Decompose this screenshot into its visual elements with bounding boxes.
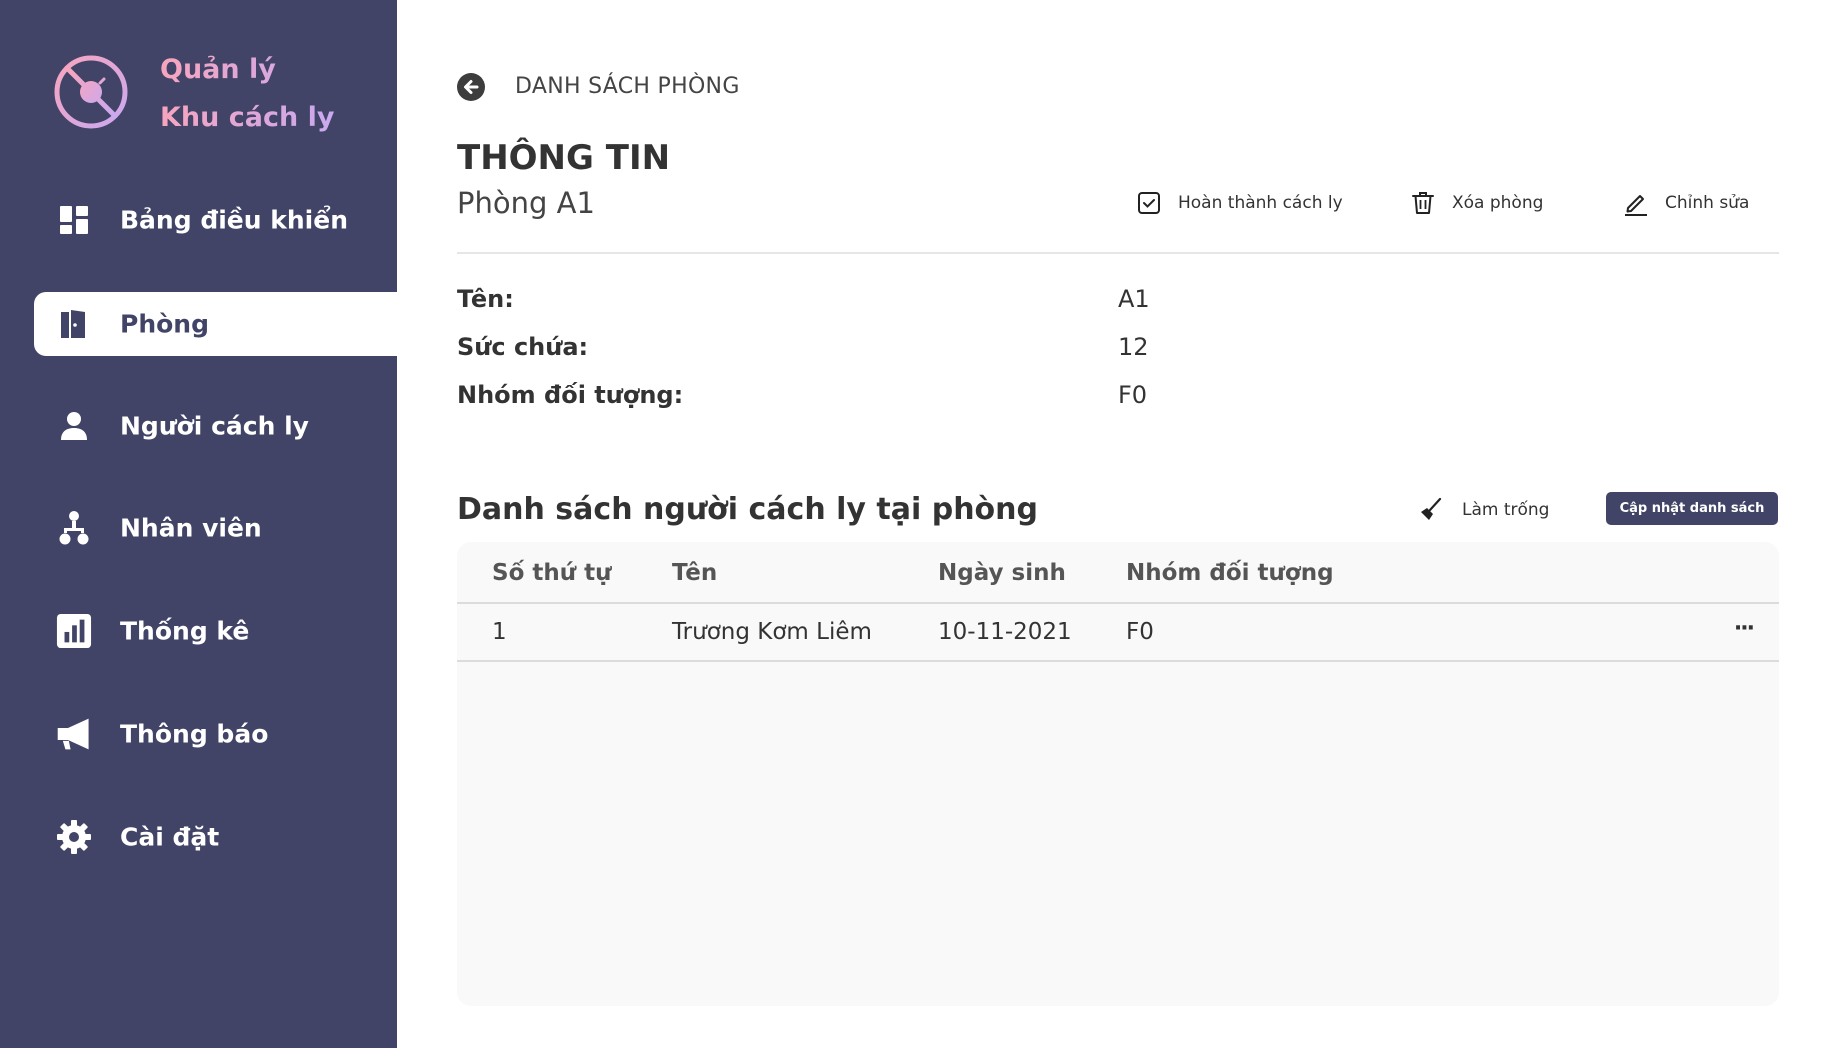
sidebar-item-label: Nhân viên xyxy=(120,513,262,543)
megaphone-icon xyxy=(56,716,92,752)
update-list-button[interactable]: Cập nhật danh sách xyxy=(1606,492,1778,525)
page-title: THÔNG TIN xyxy=(457,138,671,178)
dashboard-icon xyxy=(56,202,92,238)
sidebar-item-settings[interactable]: Cài đặt xyxy=(34,805,397,869)
clear-room-label: Làm trống xyxy=(1462,500,1550,520)
breadcrumb[interactable]: DANH SÁCH PHÒNG xyxy=(515,74,740,99)
cell-dob: 10-11-2021 xyxy=(938,619,1072,645)
door-icon xyxy=(56,306,92,342)
sidebar-item-dashboard[interactable]: Bảng điều khiển xyxy=(34,188,397,252)
cell-group: F0 xyxy=(1126,619,1154,645)
edit-room-label: Chỉnh sửa xyxy=(1665,193,1750,213)
sidebar-item-rooms[interactable]: Phòng xyxy=(34,292,397,356)
list-title: Danh sách người cách ly tại phòng xyxy=(457,492,1039,527)
info-value-group: F0 xyxy=(1118,381,1148,409)
edit-room-button[interactable]: Chỉnh sửa xyxy=(1623,190,1749,216)
column-header-name: Tên xyxy=(672,560,718,586)
sidebar-item-statistics[interactable]: Thống kê xyxy=(34,599,397,663)
clear-room-button[interactable]: Làm trống xyxy=(1418,497,1549,523)
info-label-capacity: Sức chứa: xyxy=(457,333,589,361)
sidebar-item-label: Cài đặt xyxy=(120,822,220,852)
quarantined-table: Số thứ tự Tên Ngày sinh Nhóm đối tượng 1… xyxy=(457,542,1779,1006)
divider xyxy=(457,252,1779,254)
sidebar-item-staff[interactable]: Nhân viên xyxy=(34,496,397,560)
info-label-name: Tên: xyxy=(457,285,514,313)
sidebar-item-label: Thống kê xyxy=(120,616,250,646)
sidebar-item-label: Phòng xyxy=(120,309,209,339)
brand-line-2: Khu cách ly xyxy=(160,102,335,133)
virus-blocked-icon xyxy=(54,55,128,129)
back-arrow-icon[interactable] xyxy=(456,72,486,102)
sidebar-item-quarantined[interactable]: Người cách ly xyxy=(34,394,397,458)
checkbox-icon xyxy=(1138,192,1160,214)
complete-quarantine-button[interactable]: Hoàn thành cách ly xyxy=(1136,190,1343,216)
sidebar-item-notifications[interactable]: Thông báo xyxy=(34,702,397,766)
brand-name: Quản lý Khu cách ly xyxy=(160,46,334,142)
cell-index: 1 xyxy=(492,619,507,645)
person-icon xyxy=(56,408,92,444)
bar-chart-icon xyxy=(56,613,92,649)
room-subtitle: Phòng A1 xyxy=(457,186,595,220)
delete-room-button[interactable]: Xóa phòng xyxy=(1410,190,1543,216)
sidebar: Quản lý Khu cách ly Bảng điều khiển Phòn… xyxy=(0,0,397,1048)
sidebar-item-label: Người cách ly xyxy=(120,411,309,441)
sidebar-item-label: Thông báo xyxy=(120,719,269,749)
info-label-group: Nhóm đối tượng: xyxy=(457,381,684,409)
broom-icon xyxy=(1421,497,1442,520)
pencil-icon xyxy=(1625,195,1647,216)
info-value-name: A1 xyxy=(1118,285,1150,313)
table-header: Số thứ tự Tên Ngày sinh Nhóm đối tượng xyxy=(457,542,1779,604)
complete-quarantine-label: Hoàn thành cách ly xyxy=(1178,193,1343,213)
column-header-dob: Ngày sinh xyxy=(938,560,1066,586)
table-row[interactable]: 1 Trương Kơm Liêm 10-11-2021 F0 ··· xyxy=(457,604,1779,662)
gear-icon xyxy=(56,819,92,855)
column-header-index: Số thứ tự xyxy=(492,560,612,586)
cell-name: Trương Kơm Liêm xyxy=(672,619,872,645)
org-chart-icon xyxy=(56,510,92,546)
more-options-icon[interactable]: ··· xyxy=(1734,616,1755,641)
delete-room-label: Xóa phòng xyxy=(1452,193,1544,213)
sidebar-item-label: Bảng điều khiển xyxy=(120,205,348,235)
column-header-group: Nhóm đối tượng xyxy=(1126,560,1334,586)
trash-icon xyxy=(1412,192,1434,214)
brand-line-1: Quản lý xyxy=(160,54,276,85)
info-value-capacity: 12 xyxy=(1118,333,1149,361)
